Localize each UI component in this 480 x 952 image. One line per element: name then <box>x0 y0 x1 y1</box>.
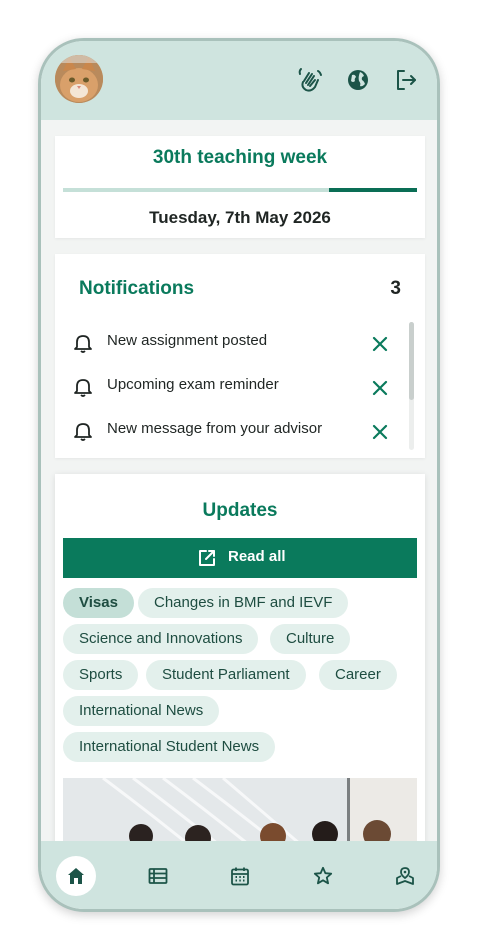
chip-science-innovations[interactable]: Science and Innovations <box>63 624 259 654</box>
chip-international-news[interactable]: International News <box>63 696 220 726</box>
bottom-nav <box>41 841 437 909</box>
external-link-icon <box>199 550 215 566</box>
week-progress-fill <box>328 188 417 192</box>
news-image[interactable] <box>63 778 417 841</box>
star-icon <box>313 866 333 885</box>
notification-text: New assignment posted <box>107 332 268 349</box>
phone-frame: 30th teaching week Tuesday, 7th May 2026… <box>38 38 440 912</box>
avatar[interactable] <box>55 55 103 103</box>
read-all-button[interactable]: Read all <box>63 538 417 578</box>
close-icon[interactable] <box>370 378 390 398</box>
notifications-scrollbar[interactable] <box>409 322 414 450</box>
map-icon <box>396 867 414 885</box>
notification-text: Upcoming exam reminder <box>107 376 279 393</box>
chip-visas[interactable]: Visas <box>63 588 134 618</box>
home-icon <box>68 868 84 884</box>
nav-home[interactable] <box>56 856 96 896</box>
close-icon[interactable] <box>370 334 390 354</box>
notification-text: New message from your advisor <box>107 420 323 437</box>
nav-calendar[interactable] <box>220 856 260 896</box>
nav-map[interactable] <box>385 856 425 896</box>
news-photo <box>63 778 417 841</box>
chip-career[interactable]: Career <box>319 660 397 690</box>
globe-icon[interactable] <box>345 67 371 93</box>
bell-icon <box>74 423 92 441</box>
notification-item[interactable]: Upcoming exam reminder <box>55 366 407 406</box>
notifications-card: Notifications 3 New assignment posted Up… <box>55 254 425 458</box>
chip-international-student-news[interactable]: International Student News <box>63 732 276 762</box>
close-icon[interactable] <box>370 422 390 442</box>
bell-icon <box>74 335 92 353</box>
chip-changes-bmf-ievf[interactable]: Changes in BMF and IEVF <box>138 588 349 618</box>
updates-title: Updates <box>202 500 278 521</box>
content-area[interactable]: 30th teaching week Tuesday, 7th May 2026… <box>41 120 437 841</box>
notifications-title: Notifications <box>79 278 195 299</box>
scrollbar-thumb[interactable] <box>409 322 414 400</box>
notification-item[interactable]: New assignment posted <box>55 322 407 362</box>
chip-culture[interactable]: Culture <box>270 624 351 654</box>
nav-list[interactable] <box>138 856 178 896</box>
read-all-label: Read all <box>228 548 286 565</box>
calendar-icon <box>231 867 249 886</box>
notification-item[interactable]: New message from your advisor <box>55 410 407 450</box>
teaching-week-card: 30th teaching week Tuesday, 7th May 2026 <box>55 136 425 238</box>
bell-icon <box>74 379 92 397</box>
current-date: Tuesday, 7th May 2026 <box>149 208 331 227</box>
wave-hand-icon[interactable] <box>297 67 323 93</box>
week-progress-bar <box>63 188 417 192</box>
notifications-count: 3 <box>390 278 401 299</box>
nav-favorites[interactable] <box>303 856 343 896</box>
chip-sports[interactable]: Sports <box>63 660 139 690</box>
list-icon <box>148 868 168 884</box>
updates-card: Updates Read all Visas Changes in BMF an… <box>55 474 425 841</box>
teaching-week-title: 30th teaching week <box>152 147 328 168</box>
top-bar <box>41 41 437 120</box>
chip-student-parliament[interactable]: Student Parliament <box>146 660 306 690</box>
logout-icon[interactable] <box>393 67 419 93</box>
cat-avatar-image <box>55 55 103 103</box>
